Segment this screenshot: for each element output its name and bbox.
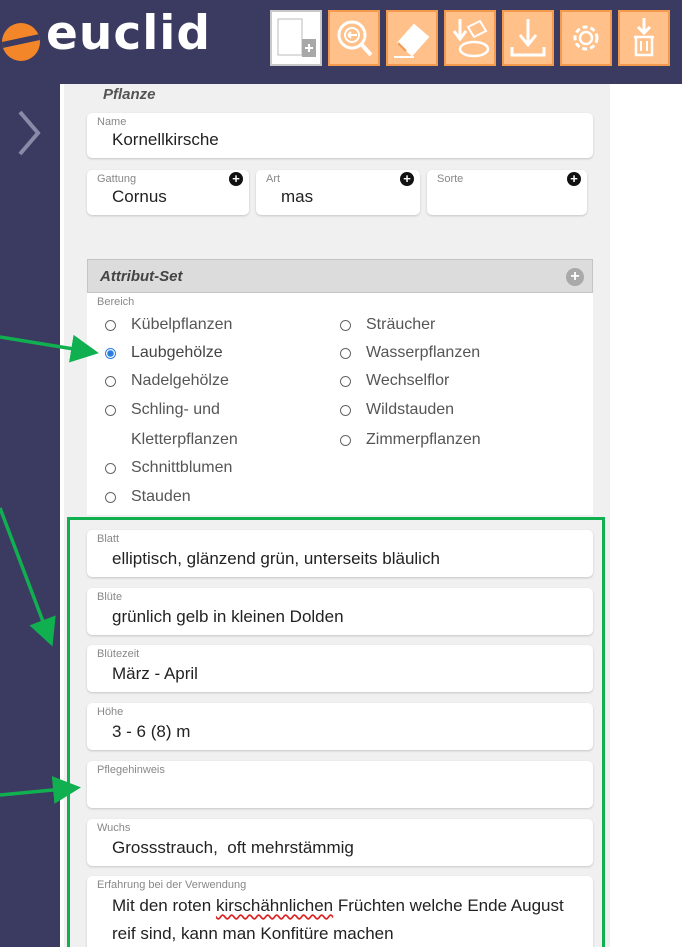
gattung-label: Gattung (97, 173, 137, 185)
expand-chevron-icon[interactable] (14, 108, 44, 158)
gattung-field[interactable]: Gattung + Cornus (87, 170, 249, 215)
radio-schling-und-kletterpflanzen[interactable]: Schling- und (105, 401, 220, 419)
name-value: Kornellkirsche (112, 130, 219, 149)
radio-button-icon (340, 375, 351, 387)
settings-button[interactable] (560, 10, 612, 66)
radio-laubgehoelze[interactable]: Laubgehölze (105, 344, 223, 362)
art-field[interactable]: Art + mas (256, 170, 420, 215)
add-art-icon[interactable]: + (400, 172, 414, 186)
sorte-label: Sorte (437, 173, 464, 185)
radio-button-icon (340, 404, 351, 416)
app-name: euclid (46, 6, 212, 61)
radio-wildstauden[interactable]: Wildstauden (340, 401, 454, 419)
download-button[interactable] (502, 10, 554, 66)
add-sorte-icon[interactable]: + (567, 172, 581, 186)
radio-button-icon (105, 491, 116, 503)
right-margin (610, 84, 682, 947)
radio-label: Wildstauden (366, 401, 455, 418)
eraser-button[interactable] (386, 10, 438, 66)
radio-label: Schnittblumen (131, 459, 233, 476)
sorte-field[interactable]: Sorte + (427, 170, 587, 215)
radio-label: Kübelpflanzen (131, 316, 233, 333)
highlight-frame (67, 517, 605, 947)
art-value: mas (281, 187, 314, 206)
radio-label: Kletterpflanzen (131, 431, 238, 448)
euclid-logo-icon (2, 23, 40, 61)
attribut-set-header: Attribut-Set + (87, 259, 593, 293)
radio-selected-icon (105, 347, 116, 359)
gattung-value: Cornus (112, 187, 167, 206)
radio-button-icon (105, 375, 116, 387)
radio-straeucher[interactable]: Sträucher (340, 316, 435, 334)
add-gattung-icon[interactable]: + (229, 172, 243, 186)
download-icon (510, 19, 546, 57)
back-search-button[interactable] (328, 10, 380, 66)
new-document-icon (277, 18, 316, 57)
radio-button-icon (340, 434, 351, 446)
radio-button-icon (340, 347, 351, 359)
radio-label: Zimmerpflanzen (366, 431, 481, 448)
radio-button-icon (105, 319, 116, 331)
gear-icon (573, 25, 599, 51)
delete-download-button[interactable] (618, 10, 670, 66)
radio-label: Wasserpflanzen (366, 344, 481, 361)
radio-label: Schling- und (131, 401, 220, 418)
radio-label: Nadelgehölze (131, 372, 229, 389)
name-field[interactable]: Name Kornellkirsche (87, 113, 593, 158)
radio-schnittblumen[interactable]: Schnittblumen (105, 459, 232, 477)
new-document-button[interactable] (270, 10, 322, 66)
radio-stauden[interactable]: Stauden (105, 488, 191, 506)
eraser-icon (394, 23, 430, 58)
radio-kuebelpflanzen[interactable]: Kübelpflanzen (105, 316, 232, 334)
radio-button-icon (105, 462, 116, 474)
radio-label: Stauden (131, 488, 191, 505)
radio-nadelgehoelze[interactable]: Nadelgehölze (105, 372, 229, 390)
attribut-set-title: Attribut-Set (100, 268, 183, 285)
download-disc-button[interactable] (444, 10, 496, 66)
radio-label: Laubgehölze (131, 344, 223, 361)
radio-button-icon (105, 404, 116, 416)
add-attribut-set-icon[interactable]: + (566, 268, 584, 286)
name-label: Name (97, 116, 127, 128)
section-title-pflanze: Pflanze (103, 86, 156, 103)
radio-label: Wechselflor (366, 372, 450, 389)
radio-label: Sträucher (366, 316, 436, 333)
radio-wasserpflanzen[interactable]: Wasserpflanzen (340, 344, 480, 362)
trash-download-icon (634, 18, 654, 57)
download-disc-icon (452, 19, 490, 58)
back-search-icon (337, 20, 373, 57)
radio-label-continuation: Kletterpflanzen (131, 431, 238, 449)
radio-zimmerpflanzen[interactable]: Zimmerpflanzen (340, 431, 481, 449)
radio-button-icon (340, 319, 351, 331)
bereich-label: Bereich (97, 296, 135, 308)
radio-wechselflor[interactable]: Wechselflor (340, 372, 449, 390)
art-label: Art (266, 173, 281, 185)
